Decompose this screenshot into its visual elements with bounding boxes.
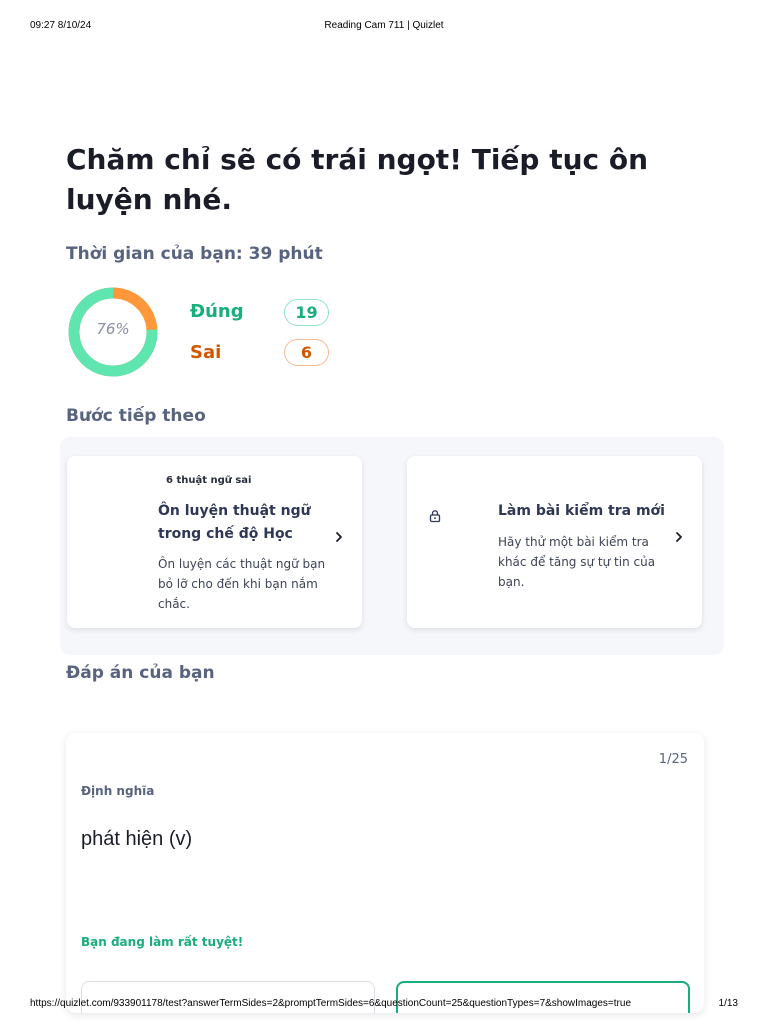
chevron-right-icon [336, 532, 342, 542]
your-answers-heading: Đáp án của bạn [66, 663, 215, 683]
print-page-title: Reading Cam 711 | Quizlet [324, 20, 444, 31]
prompt-term: phát hiện (v) [81, 828, 193, 850]
score-percent: 76% [96, 320, 130, 338]
print-header: 09:27 8/10/24 Reading Cam 711 | Quizlet [0, 0, 768, 40]
study-missed-terms-card[interactable]: 6 thuật ngữ sai Ôn luyện thuật ngữ trong… [67, 456, 362, 628]
answer-card: 1/25 Định nghĩa phát hiện (v) Bạn đang l… [66, 733, 704, 1013]
new-test-card[interactable]: Làm bài kiểm tra mới Hãy thử một bài kiể… [407, 456, 702, 628]
next-steps-heading: Bước tiếp theo [66, 406, 206, 426]
prompt-type-label: Định nghĩa [81, 784, 155, 798]
print-url: https://quizlet.com/933901178/test?answe… [30, 998, 632, 1009]
missed-terms-chip: 6 thuật ngữ sai [166, 475, 252, 486]
print-footer: https://quizlet.com/933901178/test?answe… [0, 988, 768, 1024]
study-missed-terms-description: Ôn luyện các thuật ngữ bạn bỏ lỡ cho đến… [158, 557, 326, 611]
new-test-title: Làm bài kiểm tra mới [498, 503, 665, 519]
question-counter: 1/25 [658, 752, 688, 767]
print-page-number: 1/13 [718, 998, 738, 1009]
correct-count-badge: 19 [284, 299, 329, 326]
wrong-label: Sai [190, 342, 222, 363]
study-missed-terms-title: Ôn luyện thuật ngữ trong chế độ Học [158, 503, 311, 542]
time-spent: Thời gian của bạn: 39 phút [66, 244, 323, 264]
answer-feedback: Bạn đang làm rất tuyệt! [81, 935, 244, 949]
lock-icon [429, 510, 441, 523]
new-test-description: Hãy thử một bài kiểm tra khác để tăng sự… [498, 535, 656, 589]
result-headline: Chăm chỉ sẽ có trái ngọt! Tiếp tục ôn lu… [66, 143, 649, 216]
correct-label: Đúng [190, 301, 244, 322]
wrong-count-badge: 6 [284, 339, 329, 366]
chevron-right-icon [676, 532, 682, 542]
